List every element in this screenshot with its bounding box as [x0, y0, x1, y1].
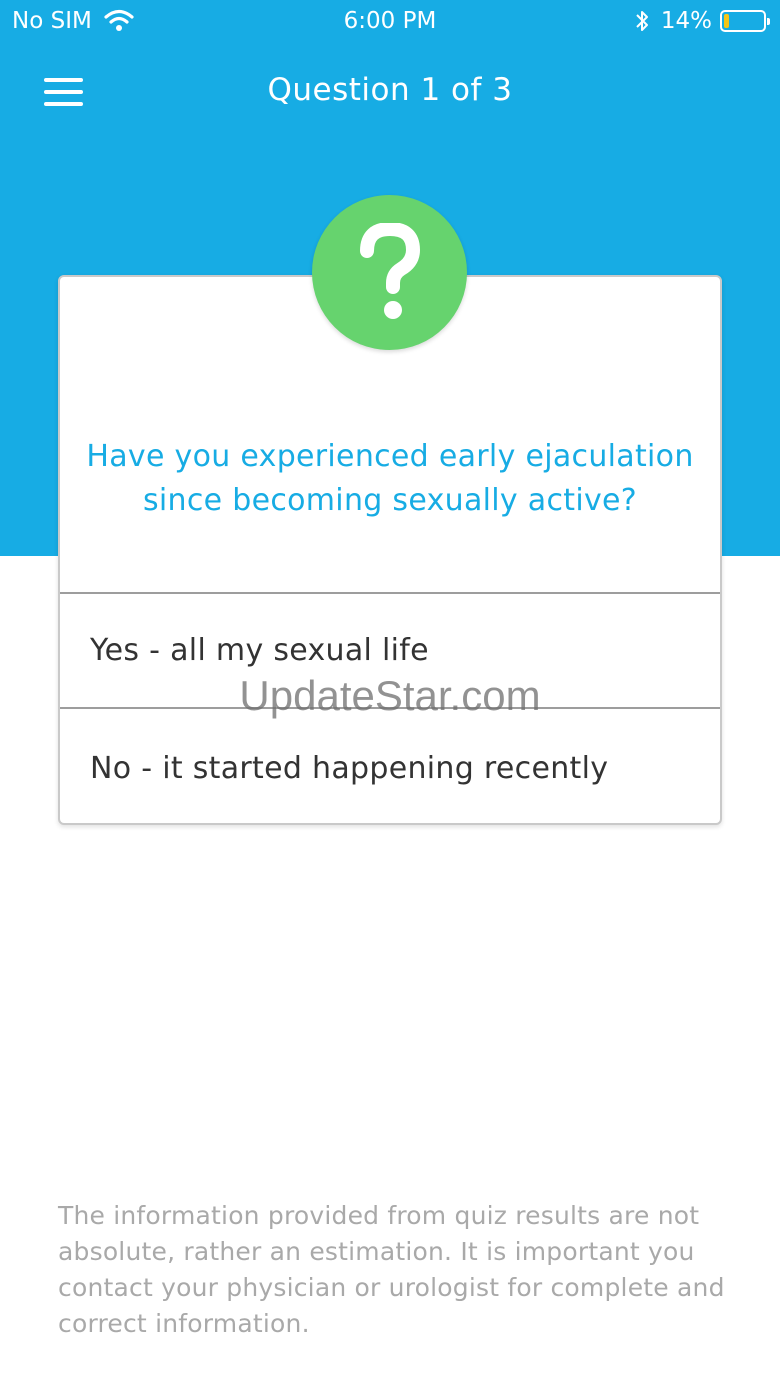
answer-option-no[interactable]: No - it started happening recently — [60, 711, 720, 823]
watermark: UpdateStar.com — [239, 672, 541, 719]
battery-level — [724, 14, 729, 28]
question-badge — [312, 195, 467, 350]
question-mark-icon — [359, 222, 420, 319]
battery-tip — [767, 18, 770, 25]
page-title: Question 1 of 3 — [267, 72, 513, 108]
answer-label: No - it started happening recently — [90, 751, 609, 786]
question-card: Have you experienced early ejaculation s… — [58, 275, 722, 825]
disclaimer-text: The information provided from quiz resul… — [58, 1201, 725, 1338]
question-text: Have you experienced early ejaculation s… — [86, 439, 694, 518]
battery-percent: 14% — [660, 8, 712, 34]
battery-icon — [720, 10, 770, 32]
status-bar: No SIM 6:00 PM 14% — [0, 0, 780, 44]
status-right: 14% — [635, 8, 770, 34]
answer-label: Yes - all my sexual life — [90, 633, 429, 668]
bluetooth-icon — [636, 11, 648, 31]
nav-bar: Question 1 of 3 — [0, 56, 780, 128]
